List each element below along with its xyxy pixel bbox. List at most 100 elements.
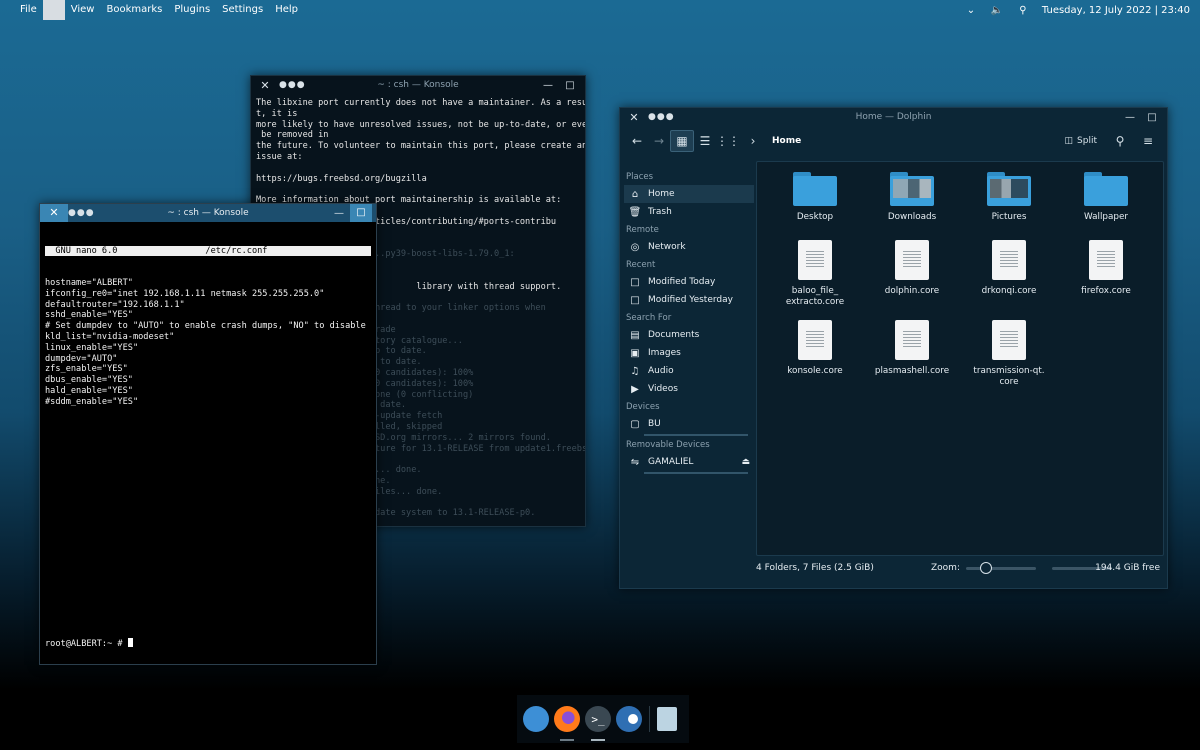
menu-settings[interactable]: Settings — [216, 0, 269, 20]
free-space-label: 194.4 GiB free — [1095, 563, 1160, 573]
places-item-gamaliel[interactable]: ⇋ GAMALIEL ⏏ — [624, 453, 754, 471]
details-view-icon[interactable]: ☰ — [694, 130, 716, 152]
file-name: Pictures — [991, 212, 1027, 222]
back-icon[interactable]: ← — [626, 130, 648, 152]
maximize-icon[interactable]: □ — [1141, 112, 1163, 123]
folder-item[interactable]: Desktop — [767, 172, 863, 223]
places-item-audio[interactable]: ♫ Audio — [624, 362, 754, 380]
trash-icon[interactable] — [657, 707, 677, 731]
menu-file[interactable]: File — [14, 0, 43, 20]
more-icon[interactable]: ●●● — [648, 112, 675, 122]
file-item[interactable]: transmission-qt. core — [961, 320, 1057, 387]
close-icon[interactable]: ✕ — [40, 204, 68, 222]
maximize-icon[interactable]: □ — [559, 80, 581, 91]
search-icon[interactable]: ⚲ — [1010, 5, 1036, 16]
zoom-slider[interactable] — [965, 561, 1036, 574]
chevron-right-icon[interactable]: › — [742, 130, 764, 152]
folder-item[interactable]: Pictures — [961, 172, 1057, 223]
minimize-icon[interactable]: — — [1119, 112, 1141, 123]
compact-view-icon[interactable]: ⋮⋮ — [716, 130, 740, 152]
more-icon[interactable]: ●●● — [68, 208, 95, 218]
nano-editor[interactable]: GNU nano 6.0 /etc/rc.conf hostname="ALBE… — [40, 222, 376, 662]
file-item[interactable]: konsole.core — [767, 320, 863, 377]
trash-icon: 🗑 — [628, 206, 642, 218]
close-icon[interactable]: ✕ — [620, 111, 648, 124]
menu-help[interactable]: Help — [269, 0, 304, 20]
file-name: Wallpaper — [1083, 212, 1128, 222]
places-item-documents[interactable]: ▤ Documents — [624, 326, 754, 344]
places-item-modified-yesterday[interactable]: □ Modified Yesterday — [624, 291, 754, 309]
places-item-trash[interactable]: 🗑 Trash — [624, 203, 754, 221]
firefox-icon[interactable] — [554, 706, 580, 741]
file-view[interactable]: Desktop Downloads Pictures Wallpaper baloo_f… — [756, 161, 1164, 556]
home-icon: ⌂ — [631, 188, 639, 200]
file-item[interactable]: plasmashell.core — [864, 320, 960, 377]
folder-item[interactable]: Downloads — [864, 172, 960, 223]
eject-icon[interactable]: ⏏ — [741, 457, 750, 467]
capacity-bar — [644, 472, 748, 474]
shell-prompt[interactable]: root@ALBERT:~ # — [45, 638, 133, 650]
zoom-slider-handle[interactable] — [979, 561, 992, 574]
document-icon — [895, 240, 929, 280]
file-item[interactable]: dolphin.core — [864, 240, 960, 297]
close-icon[interactable]: ✕ — [251, 79, 279, 92]
terminal-icon[interactable]: >_ — [585, 706, 611, 741]
split-label: Split — [1077, 136, 1097, 146]
file-item[interactable]: firefox.core — [1058, 240, 1154, 297]
places-section-header: Search For — [626, 313, 672, 323]
places-item-home[interactable]: ⌂ Home — [624, 185, 754, 203]
file-item[interactable]: baloo_file_ extracto.core — [767, 240, 863, 307]
places-item-label: Trash — [648, 207, 672, 217]
titlebar[interactable]: ✕ ●●● ~ : csh — Konsole — □ — [40, 204, 376, 222]
cursor — [127, 638, 133, 648]
titlebar[interactable]: ✕ ●●● ~ : csh — Konsole — □ — [251, 76, 585, 94]
nano-content[interactable]: hostname="ALBERT" ifconfig_re0="inet 192.… — [45, 278, 371, 408]
places-item-videos[interactable]: ▶ Videos — [624, 380, 754, 398]
places-item-label: Videos — [648, 384, 678, 394]
volume-icon[interactable]: 🔈 — [984, 5, 1010, 16]
toggle-icon[interactable] — [616, 706, 642, 732]
more-icon[interactable]: ●●● — [279, 80, 306, 90]
system-tray: ⌄ 🔈 ⚲ Tuesday, 12 July 2022 | 23:40 — [958, 0, 1200, 20]
split-button[interactable]: ◫ Split — [1065, 136, 1097, 146]
icons-view-icon[interactable]: ▦ — [670, 130, 694, 152]
places-item-modified-today[interactable]: □ Modified Today — [624, 273, 754, 291]
menu-bookmarks[interactable]: Bookmarks — [100, 0, 168, 20]
music-icon: ♫ — [630, 365, 640, 377]
document-icon — [798, 240, 832, 280]
search-icon[interactable]: ⚲ — [1109, 130, 1131, 152]
folder-item[interactable]: Wallpaper — [1058, 172, 1154, 223]
places-item-bu[interactable]: ▢ BU — [624, 415, 754, 433]
file-name: plasmashell.core — [874, 366, 950, 376]
video-icon: ▶ — [631, 383, 639, 395]
maximize-icon[interactable]: □ — [350, 204, 372, 222]
minimize-icon[interactable]: — — [328, 208, 350, 219]
file-name: drkonqi.core — [981, 286, 1037, 296]
konsole-window-front[interactable]: ✕ ●●● ~ : csh — Konsole — □ GNU nano 6.0… — [39, 203, 377, 665]
places-item-label: Modified Today — [648, 277, 716, 287]
running-indicator — [560, 739, 574, 741]
clock[interactable]: Tuesday, 12 July 2022 | 23:40 — [1036, 5, 1200, 16]
places-item-network[interactable]: ◎ Network — [624, 238, 754, 256]
nano-line: sshd_enable="YES" — [45, 310, 133, 321]
places-item-label: Home — [648, 189, 675, 199]
menu-view[interactable]: View — [65, 0, 101, 20]
dolphin-window[interactable]: ✕ ●●● Home — Dolphin — □ ← → ▦ ☰ ⋮⋮ › Ho… — [619, 107, 1168, 589]
breadcrumb[interactable]: Home — [772, 136, 801, 146]
places-item-images[interactable]: ▣ Images — [624, 344, 754, 362]
hamburger-menu-icon[interactable]: ≡ — [1137, 130, 1159, 152]
chevron-down-icon[interactable]: ⌄ — [958, 5, 984, 16]
minimize-icon[interactable]: — — [537, 80, 559, 91]
document-icon: ▤ — [630, 329, 640, 341]
file-item[interactable]: drkonqi.core — [961, 240, 1057, 297]
titlebar[interactable]: ✕ ●●● Home — Dolphin — □ — [620, 108, 1167, 126]
forward-icon[interactable]: → — [648, 130, 670, 152]
toolbar: ← → ▦ ☰ ⋮⋮ › Home ◫ Split ⚲ ≡ — [620, 126, 1167, 156]
file-name: transmission-qt. core — [973, 366, 1045, 387]
kde-icon[interactable] — [523, 706, 549, 732]
nano-line: dbus_enable="YES" — [45, 375, 133, 386]
menu-plugins[interactable]: Plugins — [168, 0, 216, 20]
zoom-control: Zoom: — [931, 560, 1112, 576]
menu-highlighted[interactable] — [42, 0, 65, 20]
places-section-header: Devices — [626, 402, 660, 412]
